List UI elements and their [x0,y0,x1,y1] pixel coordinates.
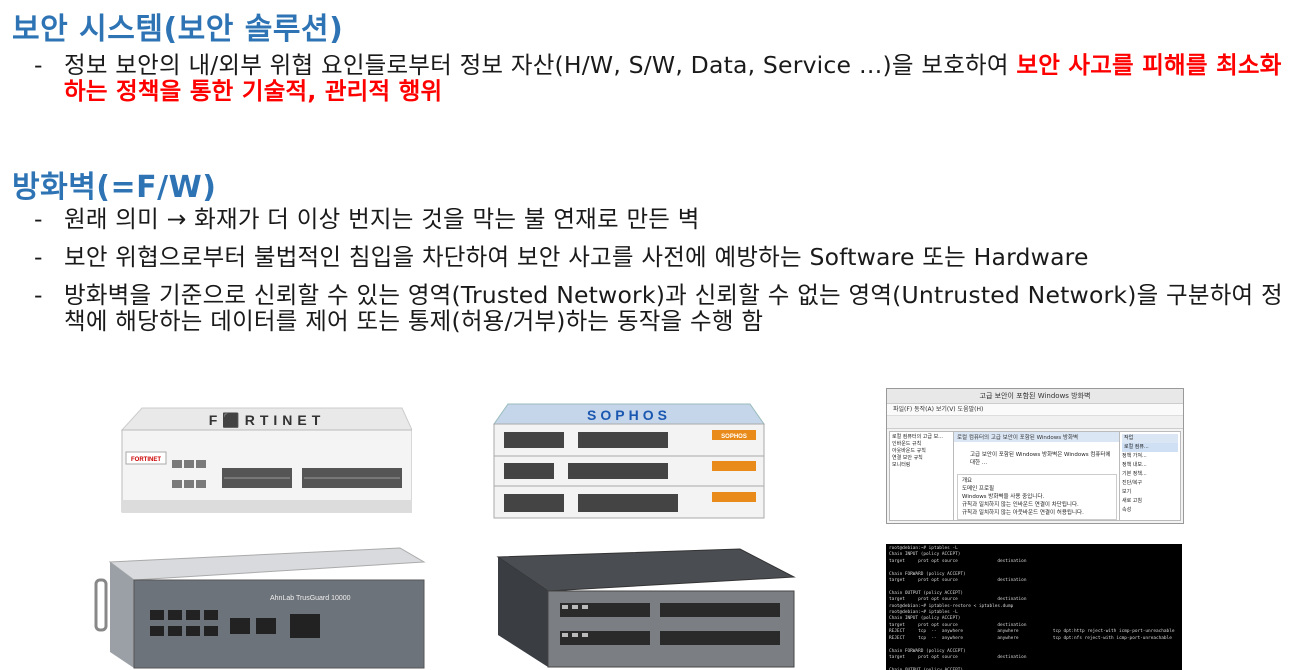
win-main-desc: 고급 보안이 포함된 Windows 방화벽은 Windows 컴퓨터에 대한 … [970,452,1111,466]
bullet-dash: - [34,51,43,79]
security-system-bullets: - 정보 보안의 내/외부 위협 요인들로부터 정보 자산(H/W, S/W, … [34,52,1300,118]
action-item: 기본 정책... [1122,471,1147,477]
tree-item: 모니터링 [892,462,911,468]
win-tree: 로컬 컴퓨터의 고급 보... 인바운드 규칙 아웃바운드 규칙 연결 보안 규… [889,431,955,521]
sophos-logo: SOPHOS [587,407,671,423]
bullet-dash: - [34,243,43,271]
action-item: 진단/복구 [1122,480,1143,486]
bullet-item: - 방화벽을 기준으로 신뢰할 수 있는 영역(Trusted Network)… [34,282,1300,334]
bullet-item: - 원래 의미 → 화재가 더 이상 번지는 것을 막는 불 연재로 만든 벽 [34,206,1300,232]
overview-line: 규칙과 일치하지 않는 인바운드 연결이 차단됩니다. [962,502,1079,508]
actions-selected: 로컬 컴퓨... [1122,443,1178,452]
action-item: 보기 [1122,489,1132,495]
overview-title: 개요 [962,478,973,484]
win-menu: 파일(F) 동작(A) 보기(V) 도움말(H) [887,404,1183,416]
fortinet-badge: FORTINET [131,457,161,463]
tree-item: 연결 보안 규칙 [892,455,923,461]
bullet-text: 보안 위협으로부터 불법적인 침입을 차단하여 보안 사고를 사전에 예방하는 … [64,243,1089,271]
action-item: 속성 [1122,507,1132,513]
bullet-item: - 정보 보안의 내/외부 위협 요인들로부터 정보 자산(H/W, S/W, … [34,52,1300,104]
win-main-header: 로컬 컴퓨터의 고급 보안이 포함된 Windows 방화벽 [954,432,1120,442]
win-overview: 개요 도메인 프로필 Windows 방화벽을 사용 중입니다. 규칙과 일치하… [957,474,1117,520]
heading-security-system: 보안 시스템(보안 솔루션) [12,12,344,47]
action-item: 새로 고침 [1122,498,1142,504]
overview-line: Windows 방화벽을 사용 중입니다. [962,494,1045,500]
sophos-badge: SOPHOS [721,434,747,440]
terminal-line: REJECT tcp -- anywhere anywhere tcp dpt:… [889,635,1172,641]
action-item: 정책 내보... [1122,462,1147,468]
overview-line: 규칙과 일치하지 않는 아웃바운드 연결이 허용됩니다. [962,510,1084,516]
actions-title: 작업 [1122,434,1178,443]
win-toolbar [887,416,1183,429]
trusguard-label: AhnLab TrusGuard 10000 [270,595,351,602]
sophos-appliance-image: SOPHOS SOPHOS [488,400,770,522]
tree-item: 로컬 컴퓨터의 고급 보... [892,434,943,440]
bullet-dash: - [34,205,43,233]
windows-firewall-screenshot: 고급 보안이 포함된 Windows 방화벽 파일(F) 동작(A) 보기(V)… [886,388,1184,524]
cisco-appliance-image [490,545,796,670]
iptables-terminal-screenshot: root@debian:~# iptables -L Chain INPUT (p… [886,544,1182,670]
trusguard-appliance-image: AhnLab TrusGuard 10000 [90,540,426,670]
terminal-output: root@debian:~# iptables -L Chain INPUT (p… [886,544,1182,670]
action-item: 정책 가져... [1122,453,1147,459]
tree-item: 인바운드 규칙 [892,441,922,447]
fortinet-appliance-image: F⬛RTINET FORTINET [112,400,412,520]
fortinet-logo: F⬛RTINET [209,412,326,429]
win-body: 로컬 컴퓨터의 고급 보... 인바운드 규칙 아웃바운드 규칙 연결 보안 규… [887,429,1183,523]
overview-sub: 도메인 프로필 [962,486,995,492]
firewall-bullets: - 원래 의미 → 화재가 더 이상 번지는 것을 막는 불 연재로 만든 벽 … [34,206,1300,348]
bullet-text: 정보 보안의 내/외부 위협 요인들로부터 정보 자산(H/W, S/W, Da… [64,51,1017,79]
win-actions: 작업 로컬 컴퓨... 정책 가져... 정책 내보... 기본 정책... 진… [1119,431,1181,521]
heading-firewall: 방화벽(=F/W) [12,170,217,205]
bullet-dash: - [34,281,43,309]
win-main: 로컬 컴퓨터의 고급 보안이 포함된 Windows 방화벽 고급 보안이 포함… [953,431,1121,521]
bullet-text: 원래 의미 → 화재가 더 이상 번지는 것을 막는 불 연재로 만든 벽 [64,205,700,233]
tree-item: 아웃바운드 규칙 [892,448,926,454]
terminal-line: REJECT tcp -- anywhere anywhere tcp dpt:… [889,629,1175,635]
bullet-text: 방화벽을 기준으로 신뢰할 수 있는 영역(Trusted Network)과 … [64,281,1283,335]
bullet-item: - 보안 위협으로부터 불법적인 침입을 차단하여 보안 사고를 사전에 예방하… [34,244,1300,270]
win-title: 고급 보안이 포함된 Windows 방화벽 [887,389,1183,404]
